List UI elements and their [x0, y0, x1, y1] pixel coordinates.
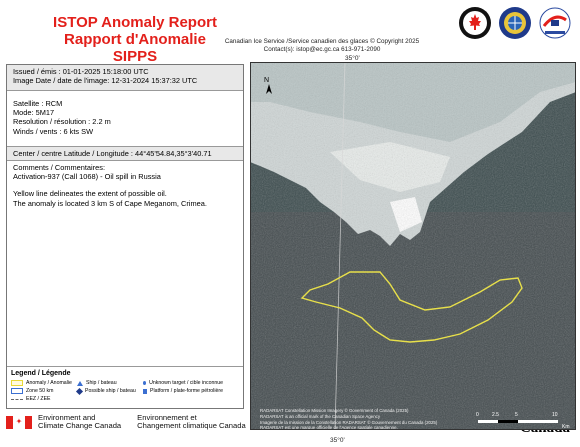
- legend-zone: Zone 50 km: [11, 388, 73, 394]
- mode-text: Mode: 5M17: [13, 108, 55, 118]
- scale-label-0: 0: [476, 412, 479, 418]
- scale-label-2: 5: [515, 412, 518, 418]
- winds-text: Winds / vents : 6 kts SW: [13, 126, 94, 136]
- legend-zone-label: Zone 50 km: [26, 388, 54, 394]
- sensor-section: Satellite : RCM Mode: 5M17 Resolution / …: [7, 91, 243, 147]
- anomaly-swatch-icon: [11, 380, 23, 386]
- comment-line-2: Yellow line delineates the extent of pos…: [13, 189, 167, 199]
- credit-line-2: RADARSAT is an official mark of the Cana…: [260, 414, 381, 419]
- center-coordinates: Center / centre Latitude / Longitude : 4…: [13, 149, 212, 158]
- legend: Legend / Légende Anomaly / Anomalie Ship…: [7, 366, 243, 408]
- org-en-line-2: Climate Change Canada: [38, 421, 122, 431]
- comment-line-1: Activation-937 (Call 1068) - Oil spill i…: [13, 172, 161, 182]
- canada-flag-icon: ✦: [6, 415, 32, 429]
- org-name-en: Environment and Climate Change Canada: [38, 413, 122, 431]
- report-info-panel: Issued / émis : 01-01-2025 15:18:00 UTC …: [6, 64, 244, 409]
- satellite-image-map[interactable]: N RADARSAT Constellation Mission Imagery…: [250, 62, 576, 430]
- maple-leaf-seal-icon: [458, 6, 492, 40]
- service-contact: Contact(s): istop@ec.gc.ca 613-971-2090: [263, 46, 381, 53]
- image-date-text: Image Date / date de l'image: 12-31-2024…: [13, 76, 198, 86]
- legend-possible-ship: Possible ship / bateau: [75, 387, 139, 395]
- report-title-en: ISTOP Anomaly Report: [53, 14, 217, 31]
- dates-section: Issued / émis : 01-01-2025 15:18:00 UTC …: [7, 65, 243, 91]
- satellite-logo-icon: [538, 6, 572, 40]
- legend-ship: Ship / bateau: [77, 380, 139, 386]
- issued-text: Issued / émis : 01-01-2025 15:18:00 UTC: [13, 67, 149, 76]
- service-header: Canadian Ice Service /Service canadien d…: [214, 38, 430, 54]
- resolution-text: Resolution / résolution : 2.2 m: [13, 117, 111, 127]
- legend-platform: Platform / plate-forme pétrolière: [143, 388, 223, 394]
- legend-platform-label: Platform / plate-forme pétrolière: [150, 388, 223, 394]
- center-section: Center / centre Latitude / Longitude : 4…: [7, 147, 243, 161]
- unknown-target-icon: [143, 381, 147, 385]
- scale-label-3: 10: [552, 412, 558, 418]
- legend-title: Legend / Légende: [11, 370, 71, 377]
- org-name-fr: Environnement et Changement climatique C…: [137, 413, 246, 431]
- map-bottom-coordinate: 35°0': [330, 437, 345, 444]
- legend-anomaly-label: Anomaly / Anomalie: [26, 380, 72, 386]
- agency-logos: [458, 6, 572, 40]
- comments-label: Comments / Commentaires:: [13, 163, 105, 172]
- map-top-coordinate: 35°0': [345, 55, 360, 62]
- ship-triangle-icon: [77, 380, 83, 386]
- ice-service-logo-icon: [498, 6, 532, 40]
- satellite-text: Satellite : RCM: [13, 99, 63, 108]
- legend-unknown: Unknown target / cible inconnue: [143, 380, 223, 386]
- zone-swatch-icon: [11, 388, 23, 394]
- report-title-fr: Rapport d'Anomalie SIPPS: [64, 31, 206, 65]
- possible-ship-icon: [75, 387, 84, 395]
- scale-label-1: 2.5: [492, 412, 499, 418]
- report-title-block: ISTOP Anomaly Report Rapport d'Anomalie …: [40, 14, 230, 65]
- platform-icon: [143, 388, 148, 394]
- org-fr-line-2: Changement climatique Canada: [137, 421, 246, 431]
- service-copyright: Canadian Ice Service /Service canadien d…: [224, 38, 420, 45]
- legend-eez: EEZ / ZEE: [11, 396, 73, 402]
- legend-anomaly: Anomaly / Anomalie: [11, 380, 73, 386]
- legend-eez-label: EEZ / ZEE: [26, 396, 51, 402]
- credit-line-1: RADARSAT Constellation Mission Imagery ©…: [260, 408, 409, 413]
- legend-ship-label: Ship / bateau: [86, 380, 117, 386]
- footer: ✦ Environment and Climate Change Canada …: [6, 413, 246, 431]
- comments-section: Comments / Commentaires: Activation-937 …: [7, 161, 243, 366]
- legend-possible-ship-label: Possible ship / bateau: [85, 388, 136, 394]
- eez-line-icon: [11, 398, 23, 400]
- legend-unknown-label: Unknown target / cible inconnue: [149, 380, 223, 386]
- north-label: N: [264, 77, 269, 84]
- comment-line-3: The anomaly is located 3 km S of Cape Me…: [13, 198, 207, 208]
